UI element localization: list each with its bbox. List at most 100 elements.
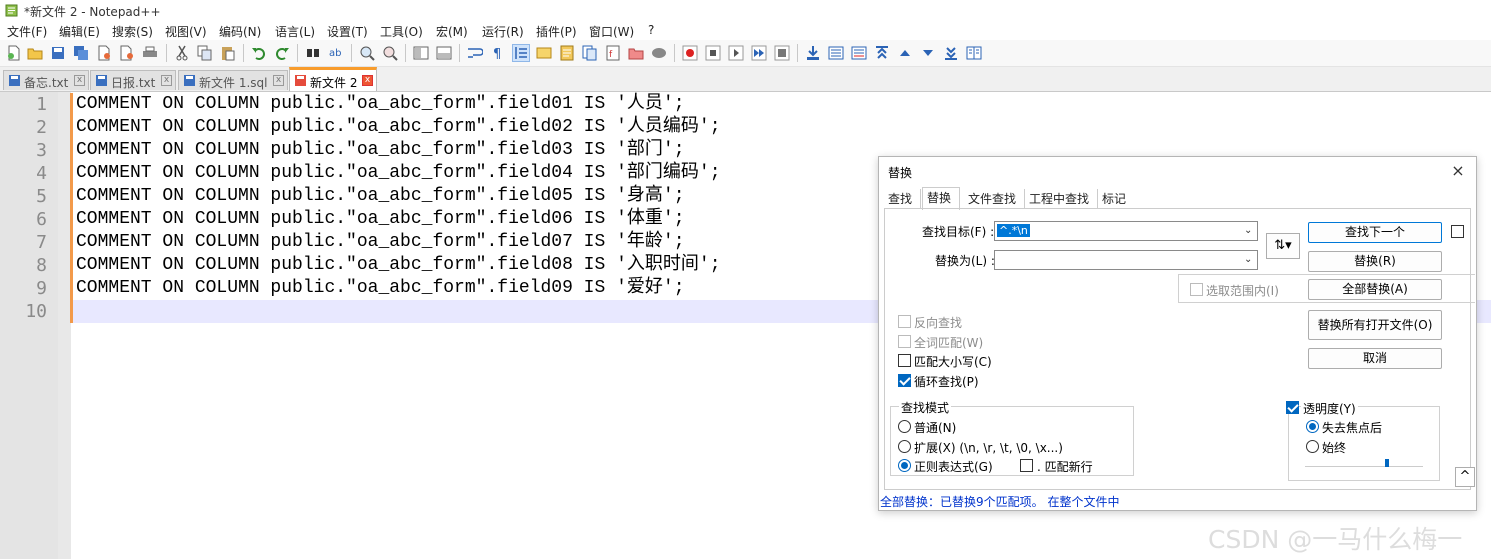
- tab-memo[interactable]: 备忘.txt x: [3, 70, 89, 90]
- indent-guide-icon[interactable]: [512, 44, 530, 62]
- tab-daily[interactable]: 日报.txt x: [90, 70, 176, 90]
- slider-thumb[interactable]: [1385, 459, 1389, 467]
- wrap-icon[interactable]: [467, 45, 483, 61]
- sync-h-icon[interactable]: [436, 45, 452, 61]
- tab-close-icon[interactable]: x: [273, 75, 284, 86]
- mode-regex-radio[interactable]: [898, 459, 911, 472]
- sync-v-icon[interactable]: [413, 45, 429, 61]
- close-all-icon[interactable]: [119, 45, 135, 61]
- swap-button[interactable]: ⇅▾: [1266, 233, 1300, 259]
- tab-mark[interactable]: 标记: [1098, 189, 1134, 209]
- dialog-close-icon[interactable]: ×: [1450, 161, 1466, 180]
- mode-extended-radio[interactable]: [898, 440, 911, 453]
- menu-run[interactable]: 运行(R): [482, 23, 524, 40]
- zoom-out-icon[interactable]: [382, 45, 398, 61]
- code-line[interactable]: COMMENT ON COLUMN public."oa_abc_form".f…: [76, 208, 685, 231]
- compare-next-icon[interactable]: [851, 45, 867, 61]
- find-what-combo[interactable]: ^.*\n ⌄: [994, 221, 1258, 241]
- tab-close-icon[interactable]: x: [362, 75, 373, 86]
- tab-find-in-projects[interactable]: 工程中查找: [1025, 189, 1098, 209]
- code-line[interactable]: COMMENT ON COLUMN public."oa_abc_form".f…: [76, 254, 721, 277]
- copy-icon[interactable]: [197, 45, 213, 61]
- first-diff-icon[interactable]: [874, 45, 890, 61]
- extra-checkbox[interactable]: [1451, 225, 1464, 238]
- print-icon[interactable]: [142, 45, 158, 61]
- code-line[interactable]: COMMENT ON COLUMN public."oa_abc_form".f…: [76, 277, 685, 300]
- tab-find[interactable]: 查找: [884, 189, 921, 209]
- open-icon[interactable]: [27, 45, 43, 61]
- cancel-button[interactable]: 取消: [1308, 348, 1442, 369]
- menu-plugins[interactable]: 插件(P): [536, 23, 577, 40]
- function-list-icon[interactable]: f: [605, 45, 621, 61]
- in-selection-checkbox[interactable]: [1190, 283, 1203, 296]
- code-line[interactable]: COMMENT ON COLUMN public."oa_abc_form".f…: [76, 116, 721, 139]
- play-multi-icon[interactable]: [751, 45, 767, 61]
- stop-icon[interactable]: [705, 45, 721, 61]
- replace-all-button[interactable]: 全部替换(A): [1308, 279, 1442, 300]
- code-line[interactable]: COMMENT ON COLUMN public."oa_abc_form".f…: [76, 185, 685, 208]
- last-diff-icon[interactable]: [943, 45, 959, 61]
- undo-icon[interactable]: [251, 45, 267, 61]
- save-icon[interactable]: [50, 45, 66, 61]
- tab-new-file-2[interactable]: 新文件 2 x: [289, 67, 377, 91]
- tab-new-file-1[interactable]: 新文件 1.sql x: [178, 70, 288, 90]
- code-line[interactable]: COMMENT ON COLUMN public."oa_abc_form".f…: [76, 162, 721, 185]
- chevron-down-icon[interactable]: ⌄: [1244, 254, 1254, 266]
- tab-find-in-files[interactable]: 文件查找: [964, 189, 1025, 209]
- replace-icon[interactable]: ab: [328, 45, 344, 61]
- menu-help[interactable]: ?: [648, 23, 654, 37]
- close-icon[interactable]: [96, 45, 112, 61]
- new-file-icon[interactable]: [6, 45, 22, 61]
- monitor-icon[interactable]: [651, 45, 667, 61]
- play-icon[interactable]: [728, 45, 744, 61]
- mode-normal-radio[interactable]: [898, 420, 911, 433]
- chevron-down-icon[interactable]: ⌄: [1244, 225, 1254, 237]
- show-all-chars-icon[interactable]: ¶: [490, 45, 506, 61]
- wrap-around-checkbox[interactable]: [898, 374, 911, 387]
- udl-icon[interactable]: [536, 45, 552, 61]
- compare-icon[interactable]: [828, 45, 844, 61]
- find-icon[interactable]: [305, 45, 321, 61]
- whole-word-checkbox[interactable]: [898, 335, 911, 348]
- menu-encoding[interactable]: 编码(N): [219, 23, 261, 40]
- menu-macro[interactable]: 宏(M): [436, 23, 468, 40]
- jump-icon[interactable]: [805, 45, 821, 61]
- prev-diff-icon[interactable]: [897, 45, 913, 61]
- collapse-button[interactable]: ^: [1455, 467, 1475, 487]
- find-what-value[interactable]: ^.*\n: [997, 224, 1030, 237]
- backward-checkbox[interactable]: [898, 315, 911, 328]
- record-icon[interactable]: [682, 45, 698, 61]
- panel-icon[interactable]: [966, 45, 982, 61]
- doc-list-icon[interactable]: [582, 45, 598, 61]
- dot-newline-checkbox[interactable]: [1020, 459, 1033, 472]
- match-case-checkbox[interactable]: [898, 354, 911, 367]
- replace-all-open-button[interactable]: 替换所有打开文件(O): [1308, 310, 1442, 340]
- replace-button[interactable]: 替换(R): [1308, 251, 1442, 272]
- transparency-slider[interactable]: [1305, 459, 1423, 467]
- replace-with-combo[interactable]: ⌄: [994, 250, 1258, 270]
- cut-icon[interactable]: [174, 45, 190, 61]
- save-macro-icon[interactable]: [774, 45, 790, 61]
- doc-map-icon[interactable]: [559, 45, 575, 61]
- next-diff-icon[interactable]: [920, 45, 936, 61]
- menu-edit[interactable]: 编辑(E): [59, 23, 100, 40]
- menu-language[interactable]: 语言(L): [275, 23, 315, 40]
- menu-search[interactable]: 搜索(S): [112, 23, 153, 40]
- paste-icon[interactable]: [220, 45, 236, 61]
- folder-icon[interactable]: [628, 45, 644, 61]
- tab-close-icon[interactable]: x: [161, 75, 172, 86]
- tab-replace[interactable]: 替换: [922, 187, 960, 210]
- code-line[interactable]: COMMENT ON COLUMN public."oa_abc_form".f…: [76, 231, 685, 254]
- transparency-checkbox[interactable]: [1286, 401, 1299, 414]
- trans-always-radio[interactable]: [1306, 440, 1319, 453]
- menu-tools[interactable]: 工具(O): [380, 23, 423, 40]
- find-next-button[interactable]: 查找下一个: [1308, 222, 1442, 243]
- tab-close-icon[interactable]: x: [74, 75, 85, 86]
- trans-lose-focus-radio[interactable]: [1306, 420, 1319, 433]
- redo-icon[interactable]: [274, 45, 290, 61]
- code-line[interactable]: COMMENT ON COLUMN public."oa_abc_form".f…: [76, 93, 685, 116]
- menu-view[interactable]: 视图(V): [165, 23, 207, 40]
- zoom-in-icon[interactable]: [359, 45, 375, 61]
- menu-settings[interactable]: 设置(T): [327, 23, 368, 40]
- save-all-icon[interactable]: [73, 45, 89, 61]
